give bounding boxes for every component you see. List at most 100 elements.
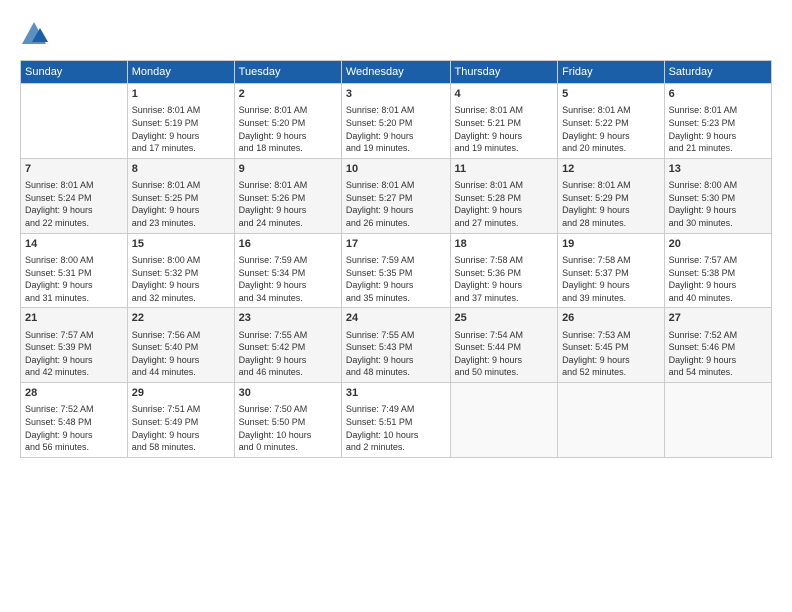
calendar-cell: 19 Sunrise: 7:58 AM Sunset: 5:37 PM Dayli… (558, 233, 665, 308)
calendar-cell: 26 Sunrise: 7:53 AM Sunset: 5:45 PM Dayli… (558, 308, 665, 383)
calendar-cell: 11 Sunrise: 8:01 AM Sunset: 5:28 PM Dayli… (450, 158, 558, 233)
day-number: 8 (132, 162, 230, 177)
day-info: Sunrise: 8:01 AM Sunset: 5:19 PM Dayligh… (132, 104, 230, 154)
calendar-cell: 29 Sunrise: 7:51 AM Sunset: 5:49 PM Dayli… (127, 383, 234, 458)
day-info: Sunrise: 8:01 AM Sunset: 5:26 PM Dayligh… (239, 179, 337, 229)
day-info: Sunrise: 8:01 AM Sunset: 5:28 PM Dayligh… (455, 179, 554, 229)
calendar-cell: 20 Sunrise: 7:57 AM Sunset: 5:38 PM Dayli… (664, 233, 771, 308)
day-number: 22 (132, 311, 230, 326)
day-number: 13 (669, 162, 767, 177)
day-info: Sunrise: 8:01 AM Sunset: 5:22 PM Dayligh… (562, 104, 660, 154)
calendar-cell: 18Sunrise: 7:58 AM Sunset: 5:36 PM Dayli… (450, 233, 558, 308)
calendar-cell: 13 Sunrise: 8:00 AM Sunset: 5:30 PM Dayli… (664, 158, 771, 233)
calendar-cell: 8 Sunrise: 8:01 AM Sunset: 5:25 PM Daylig… (127, 158, 234, 233)
day-number: 5 (562, 87, 660, 102)
day-info: Sunrise: 8:01 AM Sunset: 5:25 PM Dayligh… (132, 179, 230, 229)
calendar-cell: 31 Sunrise: 7:49 AM Sunset: 5:51 PM Dayli… (341, 383, 450, 458)
calendar-cell: 1 Sunrise: 8:01 AM Sunset: 5:19 PM Daylig… (127, 84, 234, 159)
calendar-cell: 10 Sunrise: 8:01 AM Sunset: 5:27 PM Dayli… (341, 158, 450, 233)
day-info: Sunrise: 7:49 AM Sunset: 5:51 PM Dayligh… (346, 403, 446, 453)
day-of-week-header: Friday (558, 61, 665, 84)
day-info: Sunrise: 7:55 AM Sunset: 5:43 PM Dayligh… (346, 329, 446, 379)
logo-icon (20, 20, 48, 48)
day-number: 1 (132, 87, 230, 102)
calendar-week-row: 7 Sunrise: 8:01 AM Sunset: 5:24 PM Daylig… (21, 158, 772, 233)
calendar-cell: 25 Sunrise: 7:54 AM Sunset: 5:44 PM Dayli… (450, 308, 558, 383)
day-number: 6 (669, 87, 767, 102)
calendar-cell (21, 84, 128, 159)
day-info: Sunrise: 7:52 AM Sunset: 5:48 PM Dayligh… (25, 403, 123, 453)
calendar-cell: 6 Sunrise: 8:01 AM Sunset: 5:23 PM Daylig… (664, 84, 771, 159)
day-number: 7 (25, 162, 123, 177)
calendar-cell: 4 Sunrise: 8:01 AM Sunset: 5:21 PM Daylig… (450, 84, 558, 159)
logo (20, 20, 52, 48)
day-info: Sunrise: 7:57 AM Sunset: 5:38 PM Dayligh… (669, 254, 767, 304)
day-number: 26 (562, 311, 660, 326)
day-info: Sunrise: 8:00 AM Sunset: 5:31 PM Dayligh… (25, 254, 123, 304)
day-info: Sunrise: 8:00 AM Sunset: 5:30 PM Dayligh… (669, 179, 767, 229)
day-info: Sunrise: 8:01 AM Sunset: 5:21 PM Dayligh… (455, 104, 554, 154)
calendar-week-row: 21 Sunrise: 7:57 AM Sunset: 5:39 PM Dayli… (21, 308, 772, 383)
day-number: 3 (346, 87, 446, 102)
day-of-week-header: Wednesday (341, 61, 450, 84)
calendar-cell: 21 Sunrise: 7:57 AM Sunset: 5:39 PM Dayli… (21, 308, 128, 383)
day-number: 15 (132, 237, 230, 252)
day-number: 11 (455, 162, 554, 177)
calendar-cell: 12 Sunrise: 8:01 AM Sunset: 5:29 PM Dayli… (558, 158, 665, 233)
day-number: 19 (562, 237, 660, 252)
day-of-week-header: Saturday (664, 61, 771, 84)
day-number: 14 (25, 237, 123, 252)
day-number: 29 (132, 386, 230, 401)
day-info: Sunrise: 8:01 AM Sunset: 5:29 PM Dayligh… (562, 179, 660, 229)
calendar-cell: 7 Sunrise: 8:01 AM Sunset: 5:24 PM Daylig… (21, 158, 128, 233)
day-of-week-header: Sunday (21, 61, 128, 84)
day-info: Sunrise: 7:54 AM Sunset: 5:44 PM Dayligh… (455, 329, 554, 379)
header (20, 20, 772, 48)
calendar-cell: 3 Sunrise: 8:01 AM Sunset: 5:20 PM Daylig… (341, 84, 450, 159)
day-number: 9 (239, 162, 337, 177)
calendar-cell: 2Sunrise: 8:01 AM Sunset: 5:20 PM Daylig… (234, 84, 341, 159)
day-info: Sunrise: 7:58 AM Sunset: 5:36 PM Dayligh… (455, 254, 554, 304)
day-info: Sunrise: 7:57 AM Sunset: 5:39 PM Dayligh… (25, 329, 123, 379)
calendar-week-row: 14 Sunrise: 8:00 AM Sunset: 5:31 PM Dayli… (21, 233, 772, 308)
day-info: Sunrise: 7:52 AM Sunset: 5:46 PM Dayligh… (669, 329, 767, 379)
day-number: 17 (346, 237, 446, 252)
calendar-cell: 14 Sunrise: 8:00 AM Sunset: 5:31 PM Dayli… (21, 233, 128, 308)
day-info: Sunrise: 7:50 AM Sunset: 5:50 PM Dayligh… (239, 403, 337, 453)
day-info: Sunrise: 7:51 AM Sunset: 5:49 PM Dayligh… (132, 403, 230, 453)
calendar-table: SundayMondayTuesdayWednesdayThursdayFrid… (20, 60, 772, 458)
day-number: 12 (562, 162, 660, 177)
calendar-cell: 24 Sunrise: 7:55 AM Sunset: 5:43 PM Dayli… (341, 308, 450, 383)
day-info: Sunrise: 7:59 AM Sunset: 5:34 PM Dayligh… (239, 254, 337, 304)
calendar-cell: 30Sunrise: 7:50 AM Sunset: 5:50 PM Dayli… (234, 383, 341, 458)
day-info: Sunrise: 7:58 AM Sunset: 5:37 PM Dayligh… (562, 254, 660, 304)
day-number: 2 (239, 87, 337, 102)
calendar-cell: 9 Sunrise: 8:01 AM Sunset: 5:26 PM Daylig… (234, 158, 341, 233)
day-info: Sunrise: 8:01 AM Sunset: 5:24 PM Dayligh… (25, 179, 123, 229)
calendar-week-row: 1 Sunrise: 8:01 AM Sunset: 5:19 PM Daylig… (21, 84, 772, 159)
day-number: 21 (25, 311, 123, 326)
day-number: 24 (346, 311, 446, 326)
calendar-cell: 16Sunrise: 7:59 AM Sunset: 5:34 PM Dayli… (234, 233, 341, 308)
calendar-week-row: 28 Sunrise: 7:52 AM Sunset: 5:48 PM Dayli… (21, 383, 772, 458)
calendar-cell: 28 Sunrise: 7:52 AM Sunset: 5:48 PM Dayli… (21, 383, 128, 458)
calendar-cell: 17 Sunrise: 7:59 AM Sunset: 5:35 PM Dayli… (341, 233, 450, 308)
calendar-cell: 23Sunrise: 7:55 AM Sunset: 5:42 PM Dayli… (234, 308, 341, 383)
calendar-cell: 5 Sunrise: 8:01 AM Sunset: 5:22 PM Daylig… (558, 84, 665, 159)
calendar-cell: 15Sunrise: 8:00 AM Sunset: 5:32 PM Dayli… (127, 233, 234, 308)
day-info: Sunrise: 8:01 AM Sunset: 5:20 PM Dayligh… (346, 104, 446, 154)
day-number: 20 (669, 237, 767, 252)
day-info: Sunrise: 7:56 AM Sunset: 5:40 PM Dayligh… (132, 329, 230, 379)
day-info: Sunrise: 7:59 AM Sunset: 5:35 PM Dayligh… (346, 254, 446, 304)
day-number: 28 (25, 386, 123, 401)
day-number: 31 (346, 386, 446, 401)
day-number: 25 (455, 311, 554, 326)
calendar-cell: 22 Sunrise: 7:56 AM Sunset: 5:40 PM Dayli… (127, 308, 234, 383)
day-info: Sunrise: 8:01 AM Sunset: 5:27 PM Dayligh… (346, 179, 446, 229)
day-info: Sunrise: 7:53 AM Sunset: 5:45 PM Dayligh… (562, 329, 660, 379)
day-of-week-header: Monday (127, 61, 234, 84)
day-of-week-header: Thursday (450, 61, 558, 84)
day-info: Sunrise: 8:01 AM Sunset: 5:23 PM Dayligh… (669, 104, 767, 154)
day-number: 10 (346, 162, 446, 177)
day-number: 4 (455, 87, 554, 102)
